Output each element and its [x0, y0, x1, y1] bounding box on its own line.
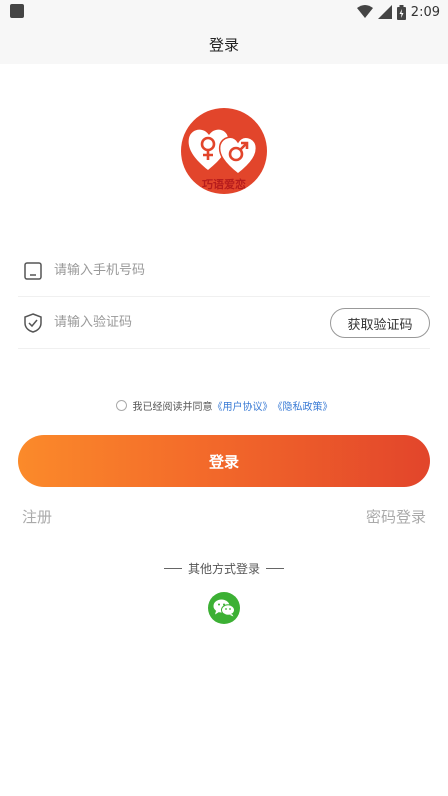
logo-text: 巧语爱恋 — [202, 178, 246, 191]
wechat-icon — [213, 599, 235, 617]
user-agreement-link[interactable]: 《用户协议》 — [213, 398, 273, 413]
phone-input[interactable] — [54, 263, 314, 278]
phone-field[interactable] — [18, 245, 430, 297]
code-input[interactable] — [54, 315, 314, 330]
battery-icon — [396, 4, 406, 20]
status-bar: 2:09 — [0, 0, 448, 24]
privacy-policy-link[interactable]: 《隐私政策》 — [273, 398, 333, 413]
signal-icon — [377, 5, 392, 19]
header: 登录 — [0, 24, 448, 64]
page-title: 登录 — [208, 35, 239, 54]
agreement-row: 我已经阅读并同意 《用户协议》 《隐私政策》 — [0, 396, 448, 414]
divider-right — [266, 568, 284, 569]
status-right: 2:09 — [356, 0, 440, 24]
agreement-text: 我已经阅读并同意 — [132, 401, 213, 413]
divider-left — [163, 568, 182, 569]
phone-icon — [22, 260, 44, 282]
wifi-icon — [356, 5, 373, 18]
wechat-login-button[interactable] — [208, 592, 240, 624]
get-code-button[interactable]: 获取验证码 — [330, 308, 430, 338]
agreement-checkbox[interactable] — [115, 399, 127, 411]
app-logo: 巧语爱恋 — [181, 108, 267, 194]
shield-icon — [22, 312, 44, 334]
app-notification-icon — [10, 4, 24, 18]
password-login-link[interactable]: 密码登录 — [366, 506, 426, 527]
other-login-title: 其他方式登录 — [0, 560, 448, 577]
other-login-label: 其他方式登录 — [187, 562, 260, 576]
code-field[interactable]: 获取验证码 — [18, 297, 430, 349]
register-link[interactable]: 注册 — [22, 506, 52, 527]
clock: 2:09 — [410, 4, 440, 20]
login-button[interactable]: 登录 — [18, 435, 430, 487]
